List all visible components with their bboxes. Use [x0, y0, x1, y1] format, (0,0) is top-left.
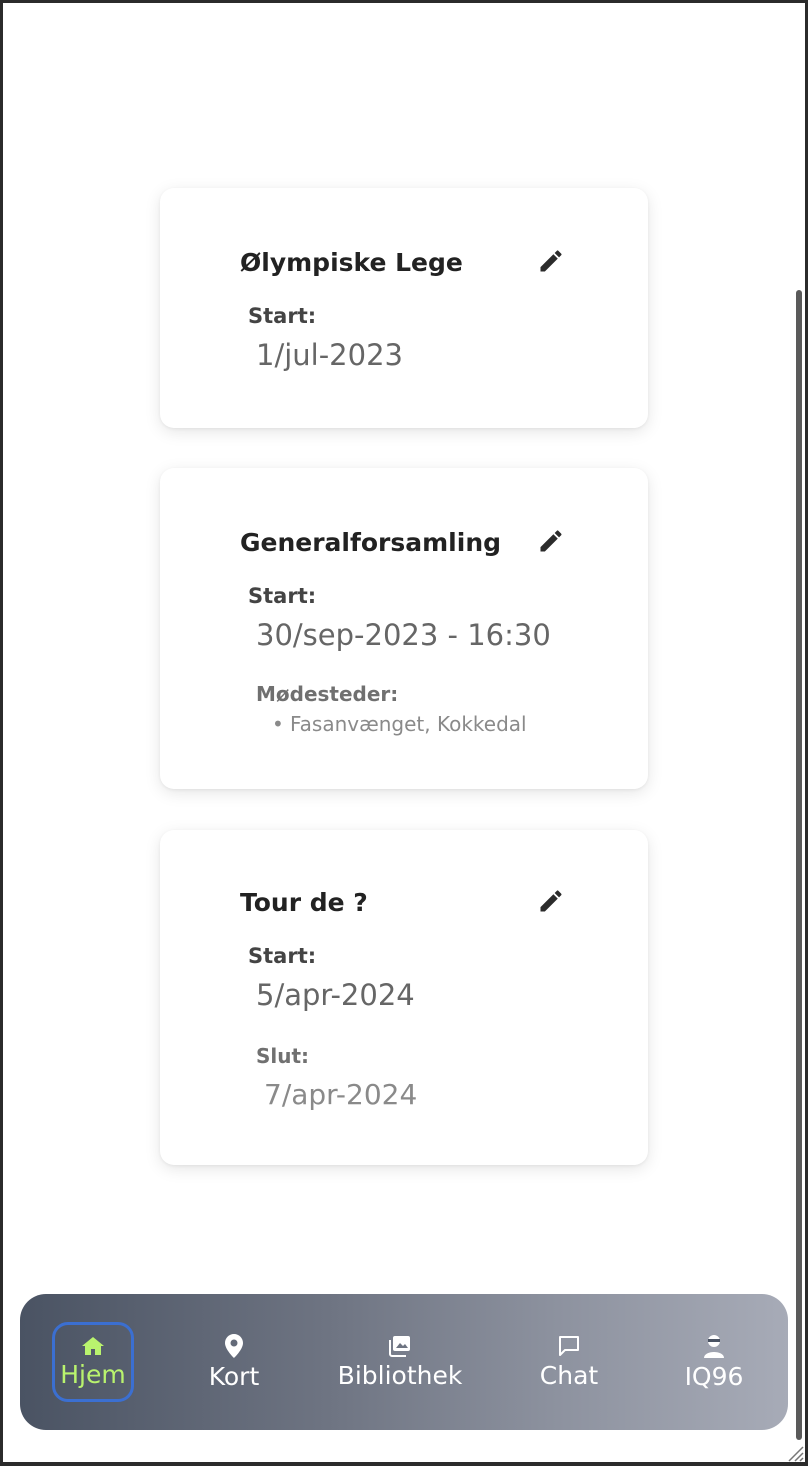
- nav-label: IQ96: [684, 1361, 744, 1391]
- user-incognito-icon: [704, 1334, 724, 1358]
- start-label: Start:: [248, 304, 317, 328]
- location-name: Fasanvænget, Kokkedal: [290, 712, 527, 736]
- event-title: Generalforsamling: [240, 528, 502, 557]
- end-label: Slut:: [256, 1044, 310, 1068]
- pencil-icon: [540, 530, 562, 552]
- start-label: Start:: [248, 944, 317, 968]
- nav-item-bibliothek[interactable]: Bibliothek: [338, 1322, 462, 1402]
- event-title: Ølympiske Lege: [240, 248, 463, 277]
- image-gallery-icon: [389, 1335, 410, 1357]
- edit-button[interactable]: [536, 526, 566, 556]
- edit-button[interactable]: [536, 246, 566, 276]
- locations-label: Mødesteder:: [256, 682, 399, 706]
- map-pin-icon: [225, 1333, 243, 1358]
- event-card: Generalforsamling Start: 30/sep-2023 - 1…: [160, 468, 648, 789]
- scrollbar[interactable]: [796, 290, 802, 1440]
- pencil-icon: [540, 250, 562, 272]
- locations-list: • Fasanvænget, Kokkedal: [272, 712, 527, 736]
- resize-grip-icon[interactable]: [782, 1440, 804, 1462]
- nav-label: Hjem: [60, 1359, 126, 1389]
- nav-item-hjem[interactable]: Hjem: [52, 1322, 134, 1402]
- start-value: 5/apr-2024: [256, 978, 415, 1012]
- event-card: Ølympiske Lege Start: 1/jul-2023: [160, 188, 648, 428]
- start-value: 1/jul-2023: [256, 338, 403, 372]
- start-value: 30/sep-2023 - 16:30: [256, 618, 551, 652]
- bottom-nav: Hjem Kort Bibliothek Chat IQ96: [20, 1294, 788, 1430]
- location-item: • Fasanvænget, Kokkedal: [272, 712, 527, 736]
- event-title: Tour de ?: [240, 888, 368, 917]
- event-card: Tour de ? Start: 5/apr-2024 Slut: 7/apr-…: [160, 830, 648, 1165]
- chat-bubble-icon: [559, 1335, 579, 1356]
- nav-label: Kort: [208, 1361, 260, 1391]
- nav-item-iq96[interactable]: IQ96: [676, 1322, 752, 1402]
- end-value: 7/apr-2024: [264, 1078, 418, 1111]
- start-label: Start:: [248, 584, 317, 608]
- edit-button[interactable]: [536, 886, 566, 916]
- pencil-icon: [540, 890, 562, 912]
- bullet-icon: •: [272, 712, 284, 736]
- home-icon: [82, 1336, 104, 1355]
- nav-item-kort[interactable]: Kort: [196, 1322, 272, 1402]
- nav-label: Bibliothek: [337, 1360, 463, 1390]
- nav-label: Chat: [539, 1360, 599, 1390]
- nav-item-chat[interactable]: Chat: [536, 1322, 602, 1402]
